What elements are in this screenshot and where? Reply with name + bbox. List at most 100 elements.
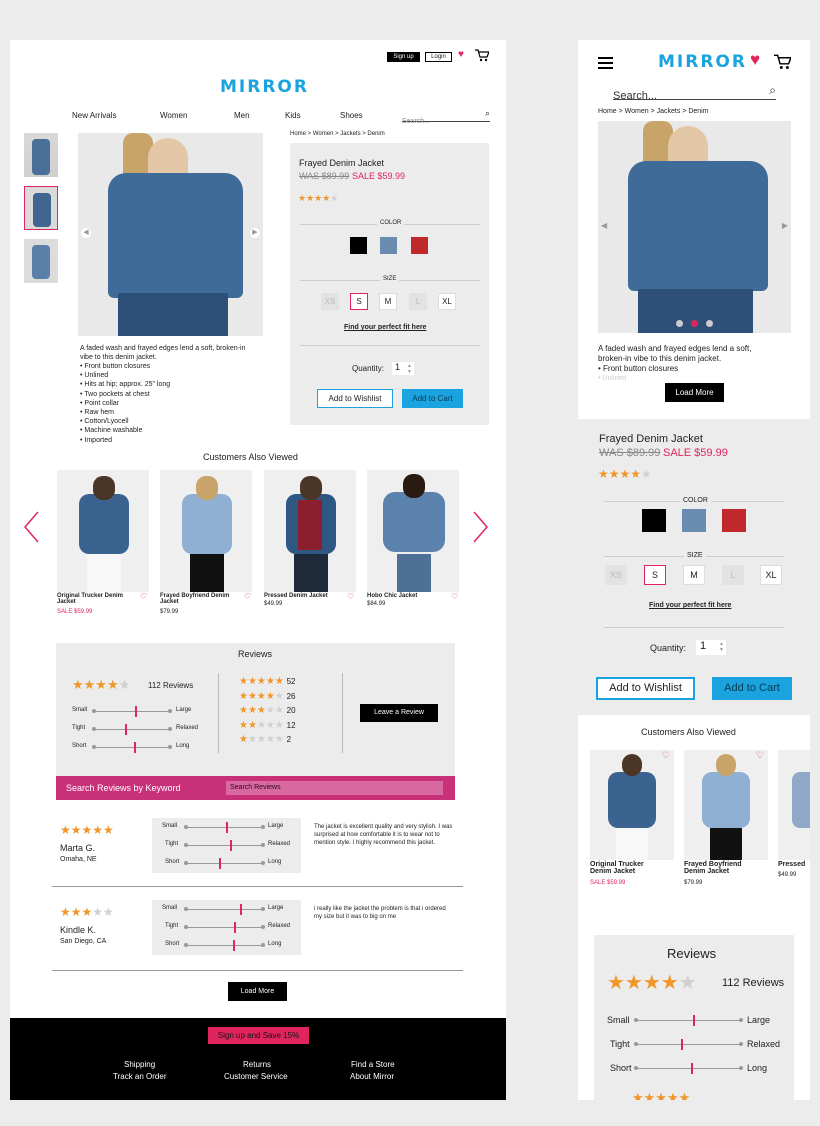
- color-swatch-red[interactable]: [411, 237, 428, 254]
- also-viewed-name-2[interactable]: Frayed Boyfriend Denim Jacket: [160, 593, 242, 605]
- image-next-arrow-icon[interactable]: ▶: [250, 228, 260, 238]
- footer-link-find-store[interactable]: Find a Store: [351, 1060, 395, 1069]
- search-icon[interactable]: ⌕: [769, 83, 776, 98]
- color-swatch-blue[interactable]: [682, 509, 706, 532]
- quantity-stepper[interactable]: 1 ▲ ▼: [392, 362, 414, 375]
- also-viewed-image-1[interactable]: [57, 470, 149, 592]
- also-viewed-name-1[interactable]: Original Trucker Denim Jacket: [57, 593, 137, 605]
- breadcrumb[interactable]: Home > Women > Jackets > Denim: [598, 108, 709, 115]
- favorite-heart-icon[interactable]: ♡: [662, 750, 670, 761]
- rating-row-4[interactable]: ★★★★★ 26: [239, 690, 296, 705]
- size-m[interactable]: M: [683, 565, 705, 585]
- footer-link-customer-service[interactable]: Customer Service: [224, 1072, 288, 1081]
- review-fit-box: Small Large Tight Relaxed Short Long: [152, 900, 301, 955]
- brand-logo[interactable]: MIRROR: [220, 77, 309, 97]
- hamburger-menu-icon[interactable]: [598, 57, 613, 69]
- cart-icon[interactable]: [475, 49, 489, 62]
- add-to-cart-button[interactable]: Add to Cart: [402, 389, 463, 408]
- size-xl[interactable]: XL: [438, 293, 456, 310]
- fit-finder-link[interactable]: Find your perfect fit here: [344, 324, 426, 331]
- size-l[interactable]: L: [722, 565, 744, 585]
- also-viewed-image-3[interactable]: [778, 750, 810, 860]
- also-viewed-image-2[interactable]: [160, 470, 252, 592]
- footer-promo-button[interactable]: Sign up and Save 15%: [208, 1027, 309, 1044]
- footer-link-shipping[interactable]: Shipping: [124, 1060, 155, 1069]
- favorite-heart-icon[interactable]: ♡: [140, 592, 147, 601]
- size-l[interactable]: L: [409, 293, 427, 310]
- login-button[interactable]: Login: [425, 52, 452, 62]
- favorite-heart-icon[interactable]: ♡: [347, 592, 354, 601]
- cart-icon[interactable]: [774, 54, 791, 70]
- footer-link-returns[interactable]: Returns: [243, 1060, 271, 1069]
- fit-right-label: Relaxed: [176, 725, 199, 731]
- rating-breakdown[interactable]: ★★★★★ 52 ★★★★★ 26 ★★★★★ 20 ★★★★★ 12 ★★★★…: [239, 675, 296, 748]
- nav-new-arrivals[interactable]: New Arrivals: [72, 111, 116, 120]
- review-stars: ★★★★★: [60, 823, 114, 837]
- size-s[interactable]: S: [644, 565, 666, 585]
- quantity-stepper[interactable]: 1 ▲ ▼: [696, 640, 726, 655]
- also-viewed-name-4[interactable]: Hobo Chic Jacket: [367, 593, 417, 599]
- size-xl[interactable]: XL: [760, 565, 782, 585]
- footer-link-about[interactable]: About Mirror: [350, 1072, 394, 1081]
- image-prev-arrow-icon[interactable]: ◀: [601, 221, 607, 230]
- size-xs[interactable]: XS: [321, 293, 339, 310]
- wishlist-heart-icon[interactable]: ♥: [458, 49, 464, 60]
- carousel-next-arrow-icon[interactable]: [472, 510, 490, 544]
- nav-kids[interactable]: Kids: [285, 111, 301, 120]
- carousel-dot[interactable]: [676, 320, 683, 327]
- add-to-wishlist-button[interactable]: Add to Wishlist: [596, 677, 695, 700]
- thumbnail-3[interactable]: [24, 239, 58, 283]
- review-search-input[interactable]: Search Reviews: [226, 781, 443, 795]
- favorite-heart-icon[interactable]: ♡: [756, 750, 764, 761]
- nav-women[interactable]: Women: [160, 111, 187, 120]
- thumbnail-2[interactable]: [24, 186, 58, 230]
- fit-finder-link[interactable]: Find your perfect fit here: [649, 602, 731, 609]
- favorite-heart-icon[interactable]: ♡: [244, 592, 251, 601]
- also-viewed-name-1[interactable]: Original Trucker Denim Jacket: [590, 861, 660, 875]
- load-more-reviews-button[interactable]: Load More: [228, 982, 287, 1001]
- image-prev-arrow-icon[interactable]: ◀: [81, 228, 91, 238]
- footer: Sign up and Save 15% Shipping Returns Fi…: [10, 1018, 506, 1100]
- color-swatch-black[interactable]: [350, 237, 367, 254]
- thumbnail-1[interactable]: [24, 133, 58, 177]
- wishlist-heart-icon[interactable]: ♥: [750, 50, 760, 70]
- color-swatch-blue[interactable]: [380, 237, 397, 254]
- fit-right-label: Large: [268, 905, 284, 911]
- search-icon[interactable]: ⌕: [485, 108, 490, 119]
- size-m[interactable]: M: [379, 293, 397, 310]
- carousel-dot-active[interactable]: [691, 320, 698, 327]
- carousel-prev-arrow-icon[interactable]: [22, 510, 40, 544]
- size-xs[interactable]: XS: [605, 565, 627, 585]
- quantity-label: Quantity:: [650, 643, 687, 653]
- breadcrumb[interactable]: Home > Women > Jackets > Denim: [290, 131, 385, 137]
- also-viewed-name-3[interactable]: Pressed: [778, 861, 805, 868]
- also-viewed-image-4[interactable]: [367, 470, 459, 592]
- nav-shoes[interactable]: Shoes: [340, 111, 363, 120]
- load-more-description-button[interactable]: Load More: [665, 383, 724, 402]
- also-viewed-image-2[interactable]: ♡: [684, 750, 768, 860]
- rating-row-5[interactable]: ★★★★★ 52: [239, 675, 296, 690]
- add-to-cart-button[interactable]: Add to Cart: [712, 677, 792, 700]
- also-viewed-name-2[interactable]: Frayed Boyfriend Denim Jacket: [684, 861, 756, 875]
- image-next-arrow-icon[interactable]: ▶: [782, 221, 788, 230]
- add-to-wishlist-button[interactable]: Add to Wishlist: [317, 389, 393, 408]
- color-swatch-red[interactable]: [722, 509, 746, 532]
- rating-row-5-partial[interactable]: ★★★★★: [632, 1090, 690, 1100]
- nav-men[interactable]: Men: [234, 111, 250, 120]
- also-viewed-image-3[interactable]: [264, 470, 356, 592]
- rating-row-3[interactable]: ★★★★★ 20: [239, 704, 296, 719]
- favorite-heart-icon[interactable]: ♡: [451, 592, 458, 601]
- carousel-dot[interactable]: [706, 320, 713, 327]
- footer-link-track-order[interactable]: Track an Order: [113, 1072, 167, 1081]
- rating-row-1[interactable]: ★★★★★ 2: [239, 733, 296, 748]
- size-s[interactable]: S: [350, 293, 368, 310]
- search-input[interactable]: Search... ⌕: [402, 108, 490, 125]
- color-swatch-black[interactable]: [642, 509, 666, 532]
- also-viewed-image-1[interactable]: ♡: [590, 750, 674, 860]
- also-viewed-name-3[interactable]: Pressed Denim Jacket: [264, 593, 328, 599]
- leave-review-button[interactable]: Leave a Review: [360, 704, 438, 722]
- signup-button[interactable]: Sign up: [387, 52, 420, 62]
- search-input[interactable]: Search... ⌕: [613, 83, 776, 102]
- rating-row-2[interactable]: ★★★★★ 12: [239, 719, 296, 734]
- brand-logo[interactable]: MIRROR: [658, 52, 747, 72]
